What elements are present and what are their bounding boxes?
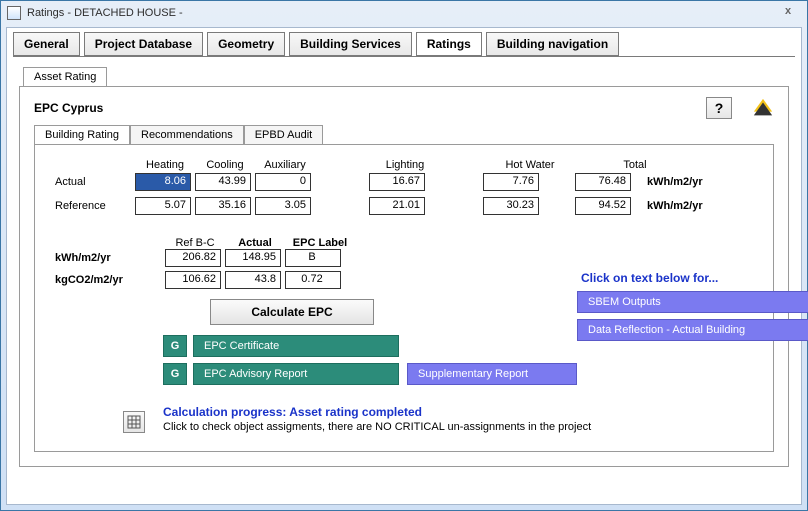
epc-kgco2-ref[interactable]: 106.62	[165, 271, 221, 289]
sub-tabs: Asset Rating	[19, 67, 789, 86]
reference-total[interactable]: 94.52	[575, 197, 631, 215]
g-badge-advisory: G	[163, 363, 187, 385]
tab-general[interactable]: General	[13, 32, 80, 56]
help-button[interactable]: ?	[706, 97, 732, 119]
main-tabs: General Project Database Geometry Buildi…	[7, 28, 801, 56]
close-icon[interactable]: x	[775, 5, 801, 21]
help-icon: ?	[715, 100, 724, 116]
building-rating-panel: Heating Cooling Auxiliary Lighting Hot W…	[34, 144, 774, 452]
actual-cooling[interactable]: 43.99	[195, 173, 251, 191]
tab-recommendations[interactable]: Recommendations	[130, 125, 244, 144]
actual-unit: kWh/m2/yr	[647, 176, 703, 188]
supplementary-report-button[interactable]: Supplementary Report	[407, 363, 577, 385]
window-root: Ratings - DETACHED HOUSE - x General Pro…	[0, 0, 808, 511]
reference-cooling[interactable]: 35.16	[195, 197, 251, 215]
right-links: Click on text below for... SBEM Outputs …	[577, 237, 808, 391]
epc-col-ref: Ref B-C	[165, 237, 225, 249]
epc-advisory-report-button[interactable]: EPC Advisory Report	[193, 363, 399, 385]
client-area: General Project Database Geometry Buildi…	[6, 27, 802, 505]
epc-kwh-ref[interactable]: 206.82	[165, 249, 221, 267]
epc-kwh-label[interactable]: B	[285, 249, 341, 267]
col-lighting: Lighting	[375, 159, 435, 171]
app-logo-icon	[752, 97, 774, 119]
progress-hint: Click to check object assigments, there …	[163, 421, 591, 433]
epc-summary: Ref B-C Actual EPC Label kWh/m2/yr 206.8…	[55, 237, 577, 391]
tab-building-services[interactable]: Building Services	[289, 32, 412, 56]
tab-building-rating[interactable]: Building Rating	[34, 125, 130, 144]
epc-certificate-button[interactable]: EPC Certificate	[193, 335, 399, 357]
grid-icon	[127, 415, 141, 429]
reference-aux[interactable]: 3.05	[255, 197, 311, 215]
window-title: Ratings - DETACHED HOUSE -	[27, 7, 775, 19]
actual-heating[interactable]: 8.06	[135, 173, 191, 191]
energy-metrics: Heating Cooling Auxiliary Lighting Hot W…	[55, 159, 753, 215]
tab-asset-rating[interactable]: Asset Rating	[23, 67, 107, 86]
click-header: Click on text below for...	[581, 271, 808, 285]
col-hotwater: Hot Water	[495, 159, 565, 171]
epc-col-actual: Actual	[225, 237, 285, 249]
inner-tabs: Building Rating Recommendations EPBD Aud…	[34, 125, 774, 144]
tab-ratings[interactable]: Ratings	[416, 32, 482, 56]
reference-heating[interactable]: 5.07	[135, 197, 191, 215]
reference-lighting[interactable]: 21.01	[369, 197, 425, 215]
epc-col-label: EPC Label	[285, 237, 355, 249]
col-total: Total	[605, 159, 665, 171]
epc-row-kgco2-label: kgCO2/m2/yr	[55, 274, 165, 286]
epc-kwh-actual[interactable]: 148.95	[225, 249, 281, 267]
actual-hotwater[interactable]: 7.76	[483, 173, 539, 191]
row-reference-label: Reference	[55, 200, 135, 212]
progress-status: Calculation progress: Asset rating compl…	[163, 405, 591, 419]
app-icon	[7, 6, 21, 20]
calculate-epc-button[interactable]: Calculate EPC	[210, 299, 374, 325]
actual-total[interactable]: 76.48	[575, 173, 631, 191]
progress-footer: Calculation progress: Asset rating compl…	[55, 405, 753, 433]
col-heating: Heating	[135, 159, 195, 171]
reference-hotwater[interactable]: 30.23	[483, 197, 539, 215]
asset-rating-panel: EPC Cyprus ? Building Rating Recommendat…	[19, 86, 789, 467]
col-auxiliary: Auxiliary	[255, 159, 315, 171]
epc-kgco2-label[interactable]: 0.72	[285, 271, 341, 289]
data-reflection-link[interactable]: Data Reflection - Actual Building	[577, 319, 808, 341]
tab-geometry[interactable]: Geometry	[207, 32, 285, 56]
epc-row-kwh-label: kWh/m2/yr	[55, 252, 165, 264]
tab-epbd-audit[interactable]: EPBD Audit	[244, 125, 323, 144]
actual-lighting[interactable]: 16.67	[369, 173, 425, 191]
g-badge-certificate: G	[163, 335, 187, 357]
row-actual-label: Actual	[55, 176, 135, 188]
col-cooling: Cooling	[195, 159, 255, 171]
tab-building-navigation[interactable]: Building navigation	[486, 32, 619, 56]
panel-title: EPC Cyprus	[34, 101, 706, 115]
titlebar: Ratings - DETACHED HOUSE - x	[1, 1, 807, 25]
check-assignments-button[interactable]	[123, 411, 145, 433]
reference-unit: kWh/m2/yr	[647, 200, 703, 212]
actual-aux[interactable]: 0	[255, 173, 311, 191]
tab-project-database[interactable]: Project Database	[84, 32, 203, 56]
sbem-outputs-link[interactable]: SBEM Outputs	[577, 291, 808, 313]
epc-kgco2-actual[interactable]: 43.8	[225, 271, 281, 289]
